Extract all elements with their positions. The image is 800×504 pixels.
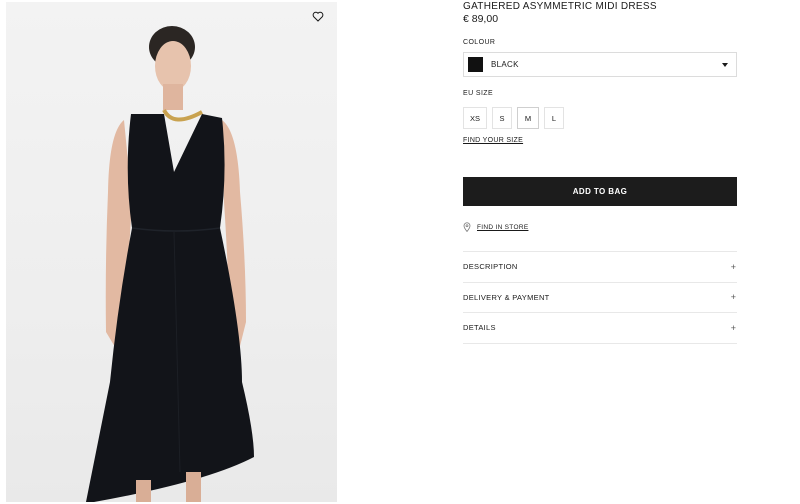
wishlist-button[interactable] [312, 11, 328, 27]
accordion-description[interactable]: DESCRIPTION + [463, 252, 737, 283]
product-price: € 89,00 [463, 13, 499, 25]
plus-icon: + [730, 261, 736, 272]
size-option-s[interactable]: S [492, 107, 512, 129]
size-option-xs[interactable]: XS [463, 107, 487, 129]
product-image [6, 2, 337, 502]
size-label: EU SIZE [463, 90, 494, 97]
product-title: GATHERED ASYMMETRIC MIDI DRESS [463, 1, 657, 12]
add-to-bag-button[interactable]: ADD TO BAG [463, 177, 737, 206]
size-option-m[interactable]: M [517, 107, 539, 129]
accordion-label: DESCRIPTION [463, 262, 518, 272]
colour-label: COLOUR [463, 39, 496, 46]
heart-icon [312, 11, 324, 22]
accordion-label: DELIVERY & PAYMENT [463, 292, 550, 302]
colour-dropdown[interactable]: BLACK [463, 52, 737, 77]
accordion-delivery-payment[interactable]: DELIVERY & PAYMENT + [463, 283, 737, 313]
product-info-accordion: DESCRIPTION + DELIVERY & PAYMENT + DETAI… [463, 251, 737, 344]
chevron-down-icon [722, 63, 728, 67]
find-in-store-label: FIND IN STORE [477, 223, 529, 231]
colour-selected-value: BLACK [491, 60, 519, 69]
colour-swatch [468, 57, 483, 72]
size-option-l[interactable]: L [544, 107, 564, 129]
find-in-store-link[interactable]: FIND IN STORE [463, 222, 528, 232]
accordion-details[interactable]: DETAILS + [463, 313, 737, 344]
size-options: XS S M L [463, 107, 564, 129]
find-your-size-link[interactable]: FIND YOUR SIZE [463, 137, 523, 144]
model-illustration [86, 26, 254, 502]
plus-icon: + [730, 322, 736, 333]
location-pin-icon [463, 222, 471, 232]
accordion-label: DETAILS [463, 323, 496, 333]
plus-icon: + [730, 292, 736, 303]
